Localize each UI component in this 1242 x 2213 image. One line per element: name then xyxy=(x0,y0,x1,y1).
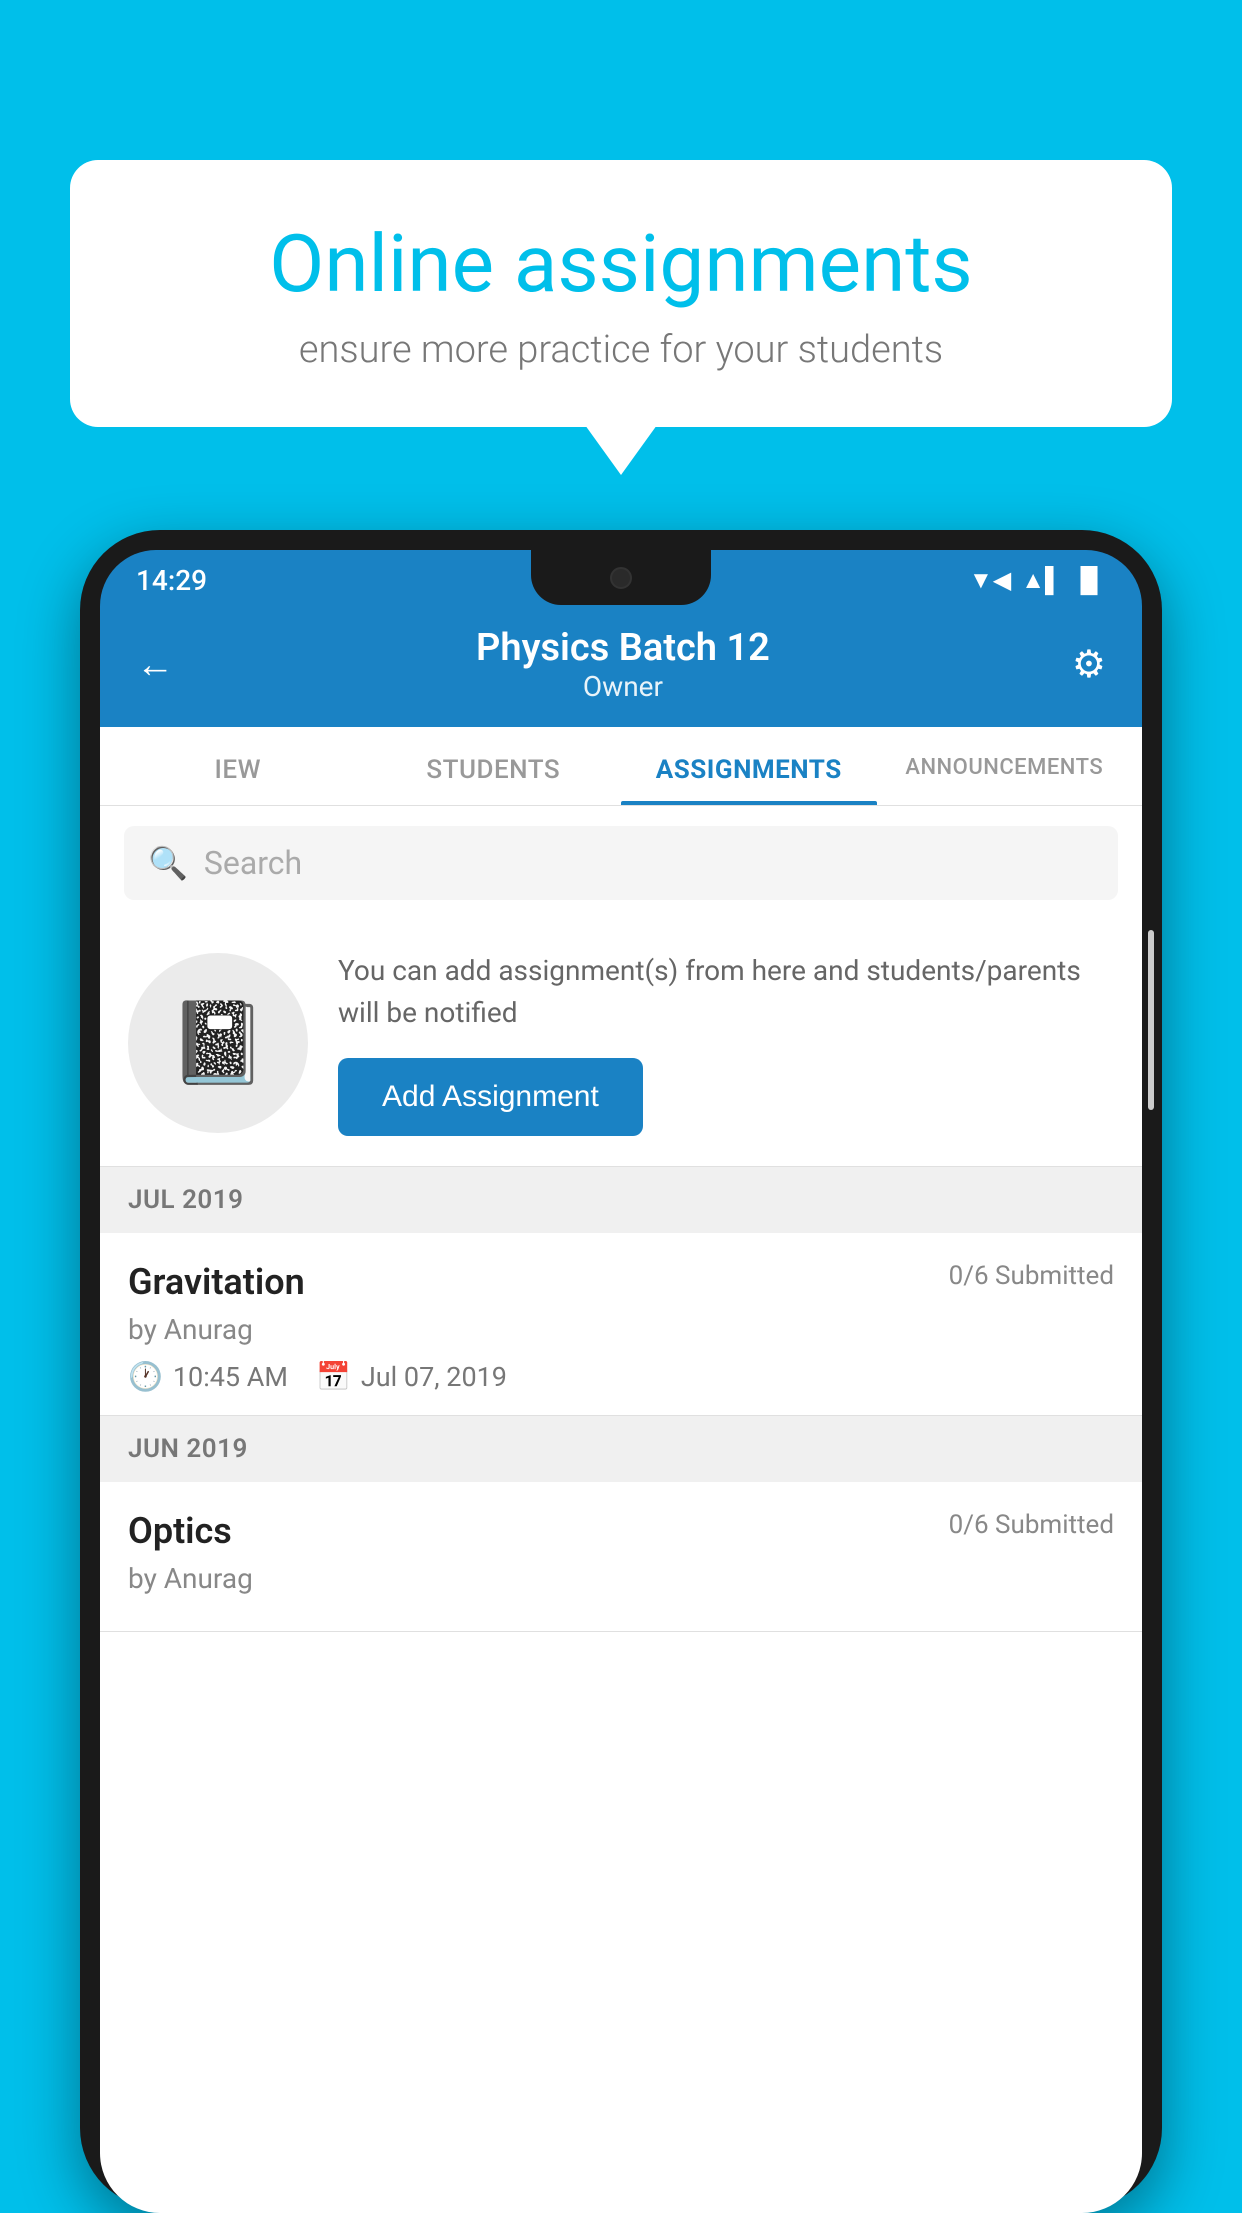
notebook-icon: 📓 xyxy=(168,996,268,1090)
meta-time-gravitation: 🕐 10:45 AM xyxy=(128,1360,288,1393)
app-header: ← Physics Batch 12 Owner ⚙ xyxy=(100,606,1142,727)
tab-announcements[interactable]: ANNOUNCEMENTS xyxy=(877,727,1133,805)
assignment-meta-gravitation: 🕐 10:45 AM 📅 Jul 07, 2019 xyxy=(128,1360,1114,1393)
status-icons: ▼◀ ▲▌ ▐▌ xyxy=(969,566,1106,595)
battery-icon: ▐▌ xyxy=(1072,566,1106,595)
search-bar[interactable]: 🔍 Search xyxy=(124,826,1118,900)
status-time: 14:29 xyxy=(136,564,207,597)
assignment-item-optics[interactable]: Optics 0/6 Submitted by Anurag xyxy=(100,1482,1142,1632)
scroll-indicator xyxy=(1148,930,1154,1110)
tabs-container: IEW STUDENTS ASSIGNMENTS ANNOUNCEMENTS xyxy=(100,727,1142,806)
meta-date-gravitation: 📅 Jul 07, 2019 xyxy=(316,1360,507,1393)
speech-bubble: Online assignments ensure more practice … xyxy=(70,160,1172,427)
info-section: 📓 You can add assignment(s) from here an… xyxy=(100,920,1142,1167)
settings-icon[interactable]: ⚙ xyxy=(1072,642,1106,687)
assignment-title-gravitation: Gravitation xyxy=(128,1261,305,1303)
tab-assignments[interactable]: ASSIGNMENTS xyxy=(621,727,877,805)
month-label-jun: JUN 2019 xyxy=(128,1434,248,1464)
search-icon: 🔍 xyxy=(148,844,188,882)
assignment-time-gravitation: 10:45 AM xyxy=(173,1361,288,1393)
speech-bubble-container: Online assignments ensure more practice … xyxy=(70,160,1172,427)
assignment-submitted-optics: 0/6 Submitted xyxy=(949,1510,1114,1540)
search-container: 🔍 Search xyxy=(100,806,1142,920)
clock-icon: 🕐 xyxy=(128,1360,163,1393)
bubble-subtitle: ensure more practice for your students xyxy=(140,328,1102,372)
assignment-title-optics: Optics xyxy=(128,1510,232,1552)
search-placeholder: Search xyxy=(204,844,302,882)
notebook-icon-wrap: 📓 xyxy=(128,953,308,1133)
header-subtitle: Owner xyxy=(476,670,770,703)
info-text: You can add assignment(s) from here and … xyxy=(338,950,1114,1034)
screen-content: IEW STUDENTS ASSIGNMENTS ANNOUNCEMENTS 🔍… xyxy=(100,727,1142,2213)
header-title: Physics Batch 12 xyxy=(476,626,770,670)
assignment-header-optics: Optics 0/6 Submitted xyxy=(128,1510,1114,1552)
tab-students[interactable]: STUDENTS xyxy=(366,727,622,805)
phone-notch xyxy=(531,550,711,605)
signal-icon: ▲▌ xyxy=(1021,566,1062,595)
month-section-jun: JUN 2019 xyxy=(100,1416,1142,1482)
month-label-jul: JUL 2019 xyxy=(128,1185,244,1215)
month-section-jul: JUL 2019 xyxy=(100,1167,1142,1233)
calendar-icon: 📅 xyxy=(316,1360,351,1393)
bubble-title: Online assignments xyxy=(140,220,1102,308)
assignment-item-gravitation[interactable]: Gravitation 0/6 Submitted by Anurag 🕐 10… xyxy=(100,1233,1142,1416)
assignment-submitted-gravitation: 0/6 Submitted xyxy=(949,1261,1114,1291)
assignment-author-optics: by Anurag xyxy=(128,1562,1114,1595)
tab-iew[interactable]: IEW xyxy=(110,727,366,805)
phone-frame: 14:29 ▼◀ ▲▌ ▐▌ ← Physics Batch 12 Owner … xyxy=(80,530,1162,2208)
header-center: Physics Batch 12 Owner xyxy=(476,626,770,703)
assignment-date-gravitation: Jul 07, 2019 xyxy=(361,1361,507,1393)
back-button[interactable]: ← xyxy=(136,643,174,687)
assignment-header: Gravitation 0/6 Submitted xyxy=(128,1261,1114,1303)
wifi-icon: ▼◀ xyxy=(969,566,1011,595)
phone-mockup: 14:29 ▼◀ ▲▌ ▐▌ ← Physics Batch 12 Owner … xyxy=(80,530,1162,2208)
camera-dot xyxy=(610,567,632,589)
assignment-author-gravitation: by Anurag xyxy=(128,1313,1114,1346)
add-assignment-button[interactable]: Add Assignment xyxy=(338,1058,643,1136)
info-content: You can add assignment(s) from here and … xyxy=(338,950,1114,1136)
